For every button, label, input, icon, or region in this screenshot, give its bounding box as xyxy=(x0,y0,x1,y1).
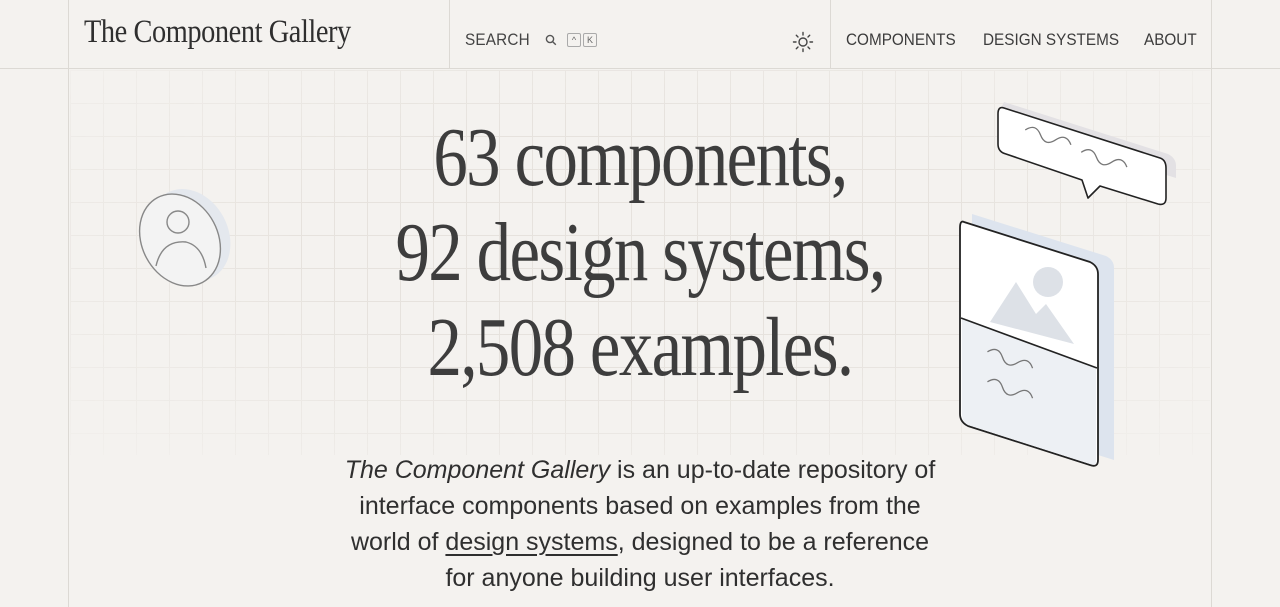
keyboard-shortcut: ^ K xyxy=(567,33,598,47)
hero-headline: 63 components, 92 design systems, 2,508 … xyxy=(240,110,1040,395)
design-systems-link[interactable]: design systems xyxy=(445,528,617,556)
nav-design-systems[interactable]: DESIGN SYSTEMS xyxy=(983,30,1119,50)
avatar-illustration xyxy=(138,189,231,287)
header-divider xyxy=(830,0,831,68)
site-logo[interactable]: The Component Gallery xyxy=(84,14,351,51)
hero-line-examples: 2,508 examples. xyxy=(427,301,855,394)
search-icon xyxy=(545,34,557,46)
site-header: The Component Gallery SEARCH ^ K COMPONE… xyxy=(0,0,1280,69)
frame-line-right xyxy=(1211,0,1212,607)
page: The Component Gallery SEARCH ^ K COMPONE… xyxy=(0,0,1280,607)
kbd-ctrl: ^ xyxy=(567,33,582,47)
intro-site-title: The Component Gallery xyxy=(344,456,611,484)
hero-line-design-systems: 92 design systems, xyxy=(395,206,886,299)
search-button[interactable]: SEARCH ^ K xyxy=(465,30,598,50)
header-divider xyxy=(449,0,450,68)
search-label: SEARCH xyxy=(465,30,530,49)
nav-about[interactable]: ABOUT xyxy=(1144,30,1197,50)
kbd-k: K xyxy=(583,33,598,47)
hero-line-components: 63 components, xyxy=(433,111,848,204)
frame-line-left xyxy=(68,0,69,607)
intro-paragraph: The Component Gallery is an up-to-date r… xyxy=(340,452,940,596)
nav-components[interactable]: COMPONENTS xyxy=(846,30,956,50)
sun-icon[interactable] xyxy=(792,31,814,53)
